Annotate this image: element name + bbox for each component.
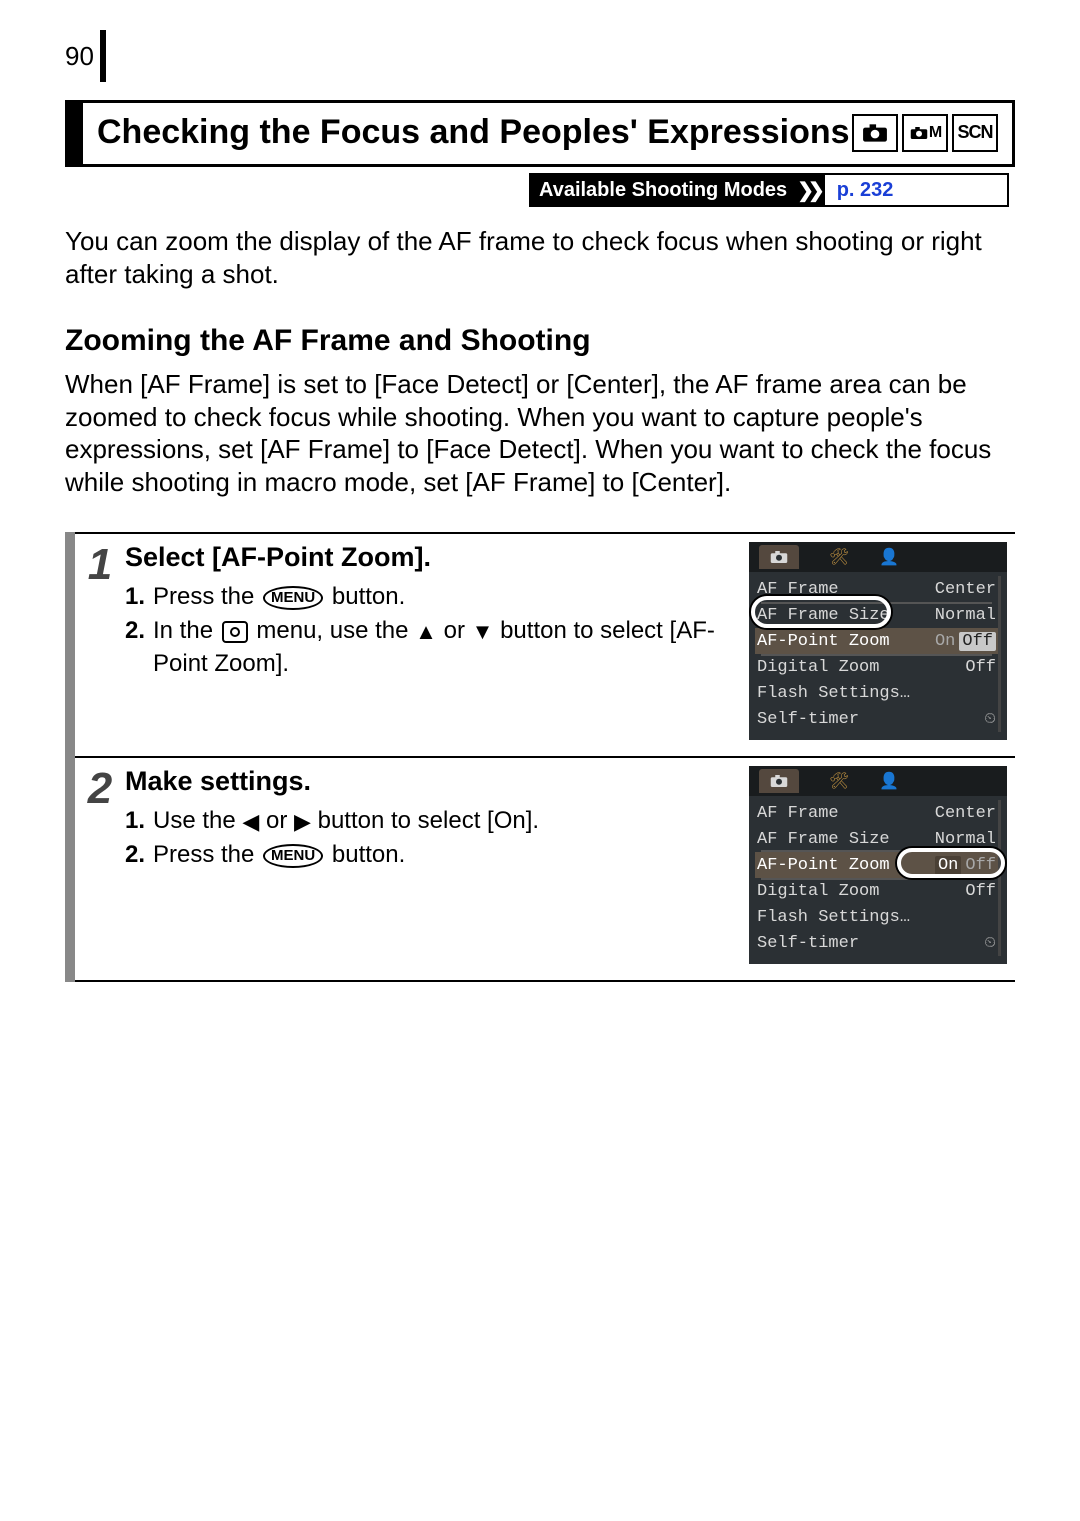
step-2: 2 Make settings. 1. Use the ◀ or ▶ bu <box>75 756 1015 982</box>
camera-tab-icon <box>759 769 799 793</box>
camera-tab-icon <box>759 545 799 569</box>
left-arrow-icon: ◀ <box>242 809 259 834</box>
step-1-title: Select [AF-Point Zoom]. <box>125 542 733 573</box>
section-title: Checking the Focus and Peoples' Expressi… <box>97 113 850 152</box>
page-number-divider <box>100 30 106 82</box>
tools-tab-icon: 🛠 <box>829 771 849 791</box>
lcd-row-label: Self-timer <box>757 934 859 953</box>
step-2-text: Make settings. 1. Use the ◀ or ▶ button … <box>125 766 733 964</box>
steps-container: 1 Select [AF-Point Zoom]. 1. Press the M… <box>65 532 1015 982</box>
lcd-row-value: Center <box>935 804 996 823</box>
lcd-menu-row: Flash Settings… <box>755 680 1001 706</box>
lcd-row-value: Off <box>965 658 996 677</box>
lcd-row-label: AF-Point Zoom <box>757 856 890 875</box>
lcd-row-value: Off <box>965 882 996 901</box>
auto-mode-icon <box>852 114 898 152</box>
self-timer-icon: ⏲ <box>984 934 996 952</box>
scene-mode-icon: SCN <box>952 114 998 152</box>
lcd-row-label: Self-timer <box>757 710 859 729</box>
rec-menu-icon <box>222 621 248 643</box>
lcd-menu-row: AF Frame Center <box>755 800 1001 826</box>
lcd-row-label: AF Frame <box>757 804 839 823</box>
lcd-menu-row: Self-timer ⏲ <box>755 706 1001 732</box>
lcd-row-label: Flash Settings… <box>757 684 910 703</box>
person-tab-icon: 👤 <box>879 771 899 791</box>
available-modes-page-ref[interactable]: p. 232 <box>825 175 906 205</box>
lcd-tabs: 🛠 👤 <box>749 542 1007 572</box>
page-number-block: 90 <box>65 30 1015 82</box>
manual-page: 90 Checking the Focus and Peoples' Expre… <box>0 0 1080 1521</box>
step-1-text: Select [AF-Point Zoom]. 1. Press the MEN… <box>125 542 733 740</box>
lcd-menu-row: Digital Zoom Off <box>755 878 1001 904</box>
highlight-circle-icon <box>751 596 891 628</box>
step-number: 1 <box>75 534 125 756</box>
menu-button-icon: MENU <box>263 844 323 868</box>
subsection-body: When [AF Frame] is set to [Face Detect] … <box>65 368 1015 498</box>
highlight-circle-icon <box>897 848 1005 878</box>
lcd-row-label: Digital Zoom <box>757 658 879 677</box>
step-1: 1 Select [AF-Point Zoom]. 1. Press the M… <box>75 532 1015 756</box>
available-modes-bar: Available Shooting Modes ❯❯ p. 232 <box>529 173 1009 207</box>
menu-button-icon: MENU <box>263 586 323 610</box>
up-arrow-icon: ▲ <box>415 619 437 644</box>
lcd-row-label: Flash Settings… <box>757 908 910 927</box>
lcd-screenshot-2: 🛠 👤 AF Frame Center AF Frame Size Normal AF-… <box>749 766 1007 964</box>
lcd-row-label: Digital Zoom <box>757 882 879 901</box>
subsection-heading: Zooming the AF Frame and Shooting <box>65 324 1015 358</box>
available-modes-row: Available Shooting Modes ❯❯ p. 232 <box>65 169 1015 207</box>
lcd-tabs: 🛠 👤 <box>749 766 1007 796</box>
step-2-title: Make settings. <box>125 766 733 797</box>
step-1-substeps: 1. Press the MENU button. 2. In the <box>125 581 733 680</box>
lcd-menu-row: AF-Point Zoom OnOff <box>755 628 1001 654</box>
lcd-row-value: Normal <box>935 830 996 849</box>
section-title-block: Checking the Focus and Peoples' Expressi… <box>65 100 1015 167</box>
lcd-row-value: Normal <box>935 606 996 625</box>
substep: 1. Use the ◀ or ▶ button to select [On]. <box>125 805 733 837</box>
lcd-menu-row: Self-timer ⏲ <box>755 930 1001 956</box>
manual-mode-icon: M <box>902 114 948 152</box>
lcd-menu-row: Flash Settings… <box>755 904 1001 930</box>
lcd-row-value: OnOff <box>935 632 996 651</box>
right-arrow-icon: ▶ <box>294 809 311 834</box>
step-number: 2 <box>75 758 125 980</box>
lcd-menu-row: Digital Zoom Off <box>755 654 1001 680</box>
self-timer-icon: ⏲ <box>984 710 996 728</box>
mode-icon-group: M SCN <box>852 114 998 152</box>
substep: 2. Press the MENU button. <box>125 839 733 871</box>
substep: 1. Press the MENU button. <box>125 581 733 613</box>
chevrons-icon: ❯❯ <box>795 175 825 205</box>
lcd-row-value: Center <box>935 580 996 599</box>
page-number: 90 <box>65 41 94 72</box>
intro-paragraph: You can zoom the display of the AF frame… <box>65 225 1015 290</box>
step-2-substeps: 1. Use the ◀ or ▶ button to select [On].… <box>125 805 733 872</box>
lcd-row-label: AF Frame Size <box>757 830 890 849</box>
substep: 2. In the menu, use the ▲ or ▼ button to… <box>125 615 733 680</box>
lcd-screenshot-1: 🛠 👤 AF FrameCenterAF Frame SizeNormalAF-… <box>749 542 1007 740</box>
available-modes-label: Available Shooting Modes <box>531 175 795 205</box>
down-arrow-icon: ▼ <box>472 619 494 644</box>
lcd-row-label: AF-Point Zoom <box>757 632 890 651</box>
tools-tab-icon: 🛠 <box>829 547 849 567</box>
person-tab-icon: 👤 <box>879 547 899 567</box>
